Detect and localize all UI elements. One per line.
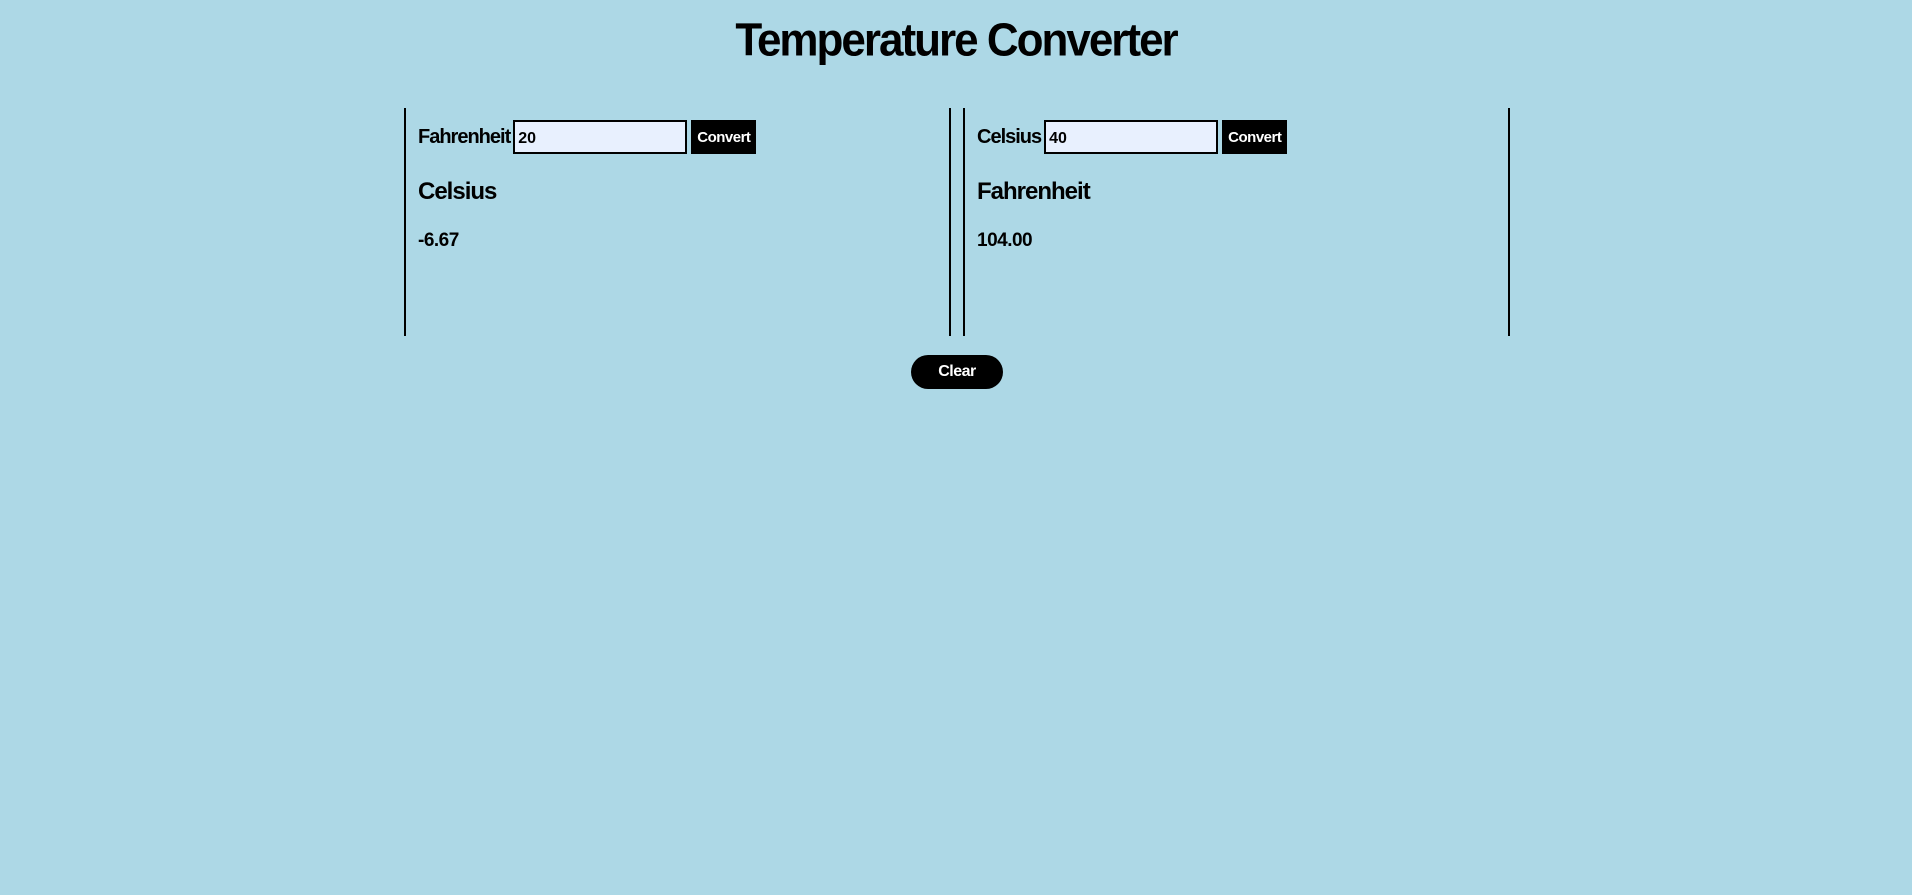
fahrenheit-result-heading: Fahrenheit bbox=[977, 178, 1091, 205]
fahrenheit-input-label: Fahrenheit bbox=[418, 125, 511, 148]
page-title: Temperature Converter bbox=[735, 14, 1178, 67]
convert-celsius-button[interactable]: Convert bbox=[1222, 120, 1288, 154]
fahrenheit-input[interactable] bbox=[513, 120, 688, 154]
page: Temperature Converter Fahrenheit Convert… bbox=[0, 0, 1912, 895]
convert-fahrenheit-button[interactable]: Convert bbox=[691, 120, 757, 154]
fahrenheit-input-row: Fahrenheit Convert bbox=[418, 120, 757, 154]
fahrenheit-result-value: 104.00 bbox=[977, 230, 1033, 251]
celsius-result-heading: Celsius bbox=[418, 178, 497, 205]
celsius-input-label: Celsius bbox=[977, 125, 1042, 148]
fahrenheit-to-celsius-panel: Fahrenheit Convert Celsius -6.67 bbox=[404, 108, 951, 336]
celsius-input-row: Celsius Convert bbox=[977, 120, 1288, 154]
celsius-to-fahrenheit-panel: Celsius Convert Fahrenheit 104.00 bbox=[963, 108, 1510, 336]
celsius-result-value: -6.67 bbox=[418, 230, 459, 251]
clear-button[interactable]: Clear bbox=[911, 355, 1003, 389]
celsius-input[interactable] bbox=[1044, 120, 1219, 154]
